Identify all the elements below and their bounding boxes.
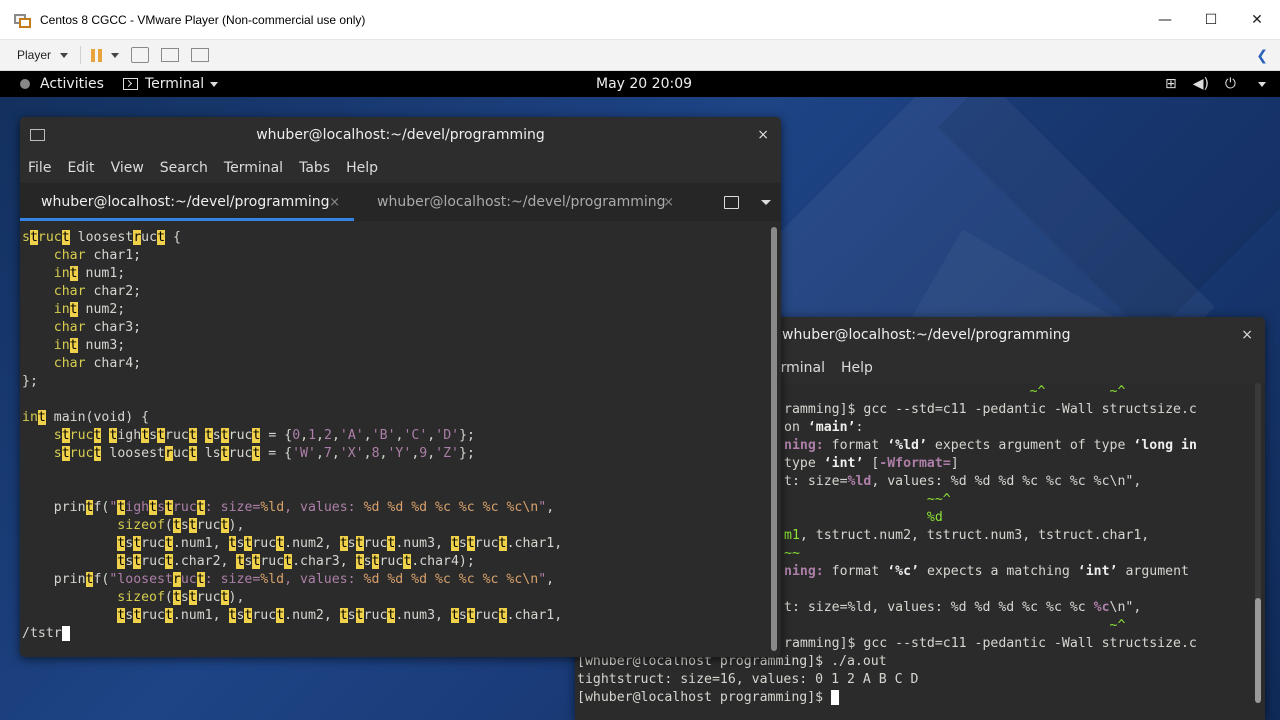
tab-1-close-icon[interactable]: × [329, 195, 340, 210]
front-terminal-menubar: File Edit View Search Terminal Tabs Help [20, 153, 781, 183]
tab-2-label: whuber@localhost:~/devel/programming [377, 194, 666, 210]
cursor [61, 626, 70, 641]
send-ctrl-alt-del-icon[interactable] [131, 47, 150, 63]
volume-icon: ◀) [1192, 76, 1209, 92]
activities-icon [20, 79, 30, 89]
menu-help[interactable]: Help [346, 160, 378, 176]
fit-window-icon[interactable] [161, 48, 180, 62]
app-menu-button[interactable]: Terminal [123, 71, 219, 97]
menu-terminal[interactable]: Terminal [224, 160, 283, 176]
menu-help[interactable]: Help [841, 360, 873, 376]
new-tab-icon[interactable] [724, 195, 739, 209]
back-terminal-title: whuber@localhost:~/devel/programming [782, 327, 1071, 343]
close-window-button[interactable]: ✕ [1234, 0, 1280, 40]
vmware-window-title: Centos 8 CGCC - VMware Player (Non-comme… [40, 12, 366, 27]
front-terminal-buffer: struct loosestruct { char char1; int num… [22, 230, 563, 641]
vmware-logo-icon [14, 12, 32, 28]
power-icon: ⏻ [1224, 76, 1236, 92]
front-terminal-close-button[interactable]: × [757, 127, 769, 143]
tab-2-close-icon[interactable]: × [663, 195, 674, 210]
chevron-down-icon [1258, 81, 1266, 87]
terminal-icon [123, 78, 138, 90]
system-tray[interactable]: ⊞ ◀) ⏻ [1165, 71, 1266, 97]
cursor [831, 690, 840, 705]
back-terminal-scrollbar[interactable] [1255, 383, 1261, 703]
network-icon: ⊞ [1164, 76, 1177, 92]
front-terminal-tabbar: whuber@localhost:~/devel/programming × w… [20, 183, 781, 221]
front-terminal-window[interactable]: whuber@localhost:~/devel/programming × F… [20, 117, 781, 657]
menu-file[interactable]: File [28, 160, 51, 176]
chevron-down-icon [60, 52, 69, 58]
vmware-titlebar: Centos 8 CGCC - VMware Player (Non-comme… [0, 0, 1280, 40]
tab-1[interactable]: whuber@localhost:~/devel/programming × [20, 183, 354, 221]
back-terminal-scroll-thumb[interactable] [1255, 598, 1261, 703]
chevron-down-icon [210, 81, 219, 87]
app-menu-label: Terminal [145, 76, 205, 92]
vmware-toolbar: Player ❮ [0, 40, 1280, 71]
activities-button[interactable]: Activities [0, 71, 104, 97]
pause-dropdown-icon[interactable] [111, 52, 120, 58]
unity-mode-icon[interactable] [191, 48, 210, 62]
back-terminal-output-text: ~^ ramming]$ gcc --std=c11 -pedantic -Wa… [784, 384, 1197, 651]
tab-2[interactable]: whuber@localhost:~/devel/programming × [354, 183, 688, 221]
player-menu-button[interactable]: Player [17, 48, 69, 62]
new-terminal-icon[interactable] [30, 129, 45, 141]
front-terminal-title: whuber@localhost:~/devel/programming [256, 127, 545, 143]
back-terminal-prompt-lines: [whuber@localhost programming]$ ./a.out … [577, 654, 919, 705]
pause-icon[interactable] [91, 48, 103, 62]
player-menu-label: Player [17, 48, 52, 62]
tab-1-label: whuber@localhost:~/devel/programming [41, 194, 330, 210]
menu-tabs[interactable]: Tabs [299, 160, 330, 176]
menu-view[interactable]: View [111, 160, 144, 176]
menu-search[interactable]: Search [160, 160, 208, 176]
back-arrow-icon[interactable]: ❮ [1256, 48, 1268, 64]
minimize-button[interactable]: — [1142, 0, 1188, 40]
maximize-button[interactable]: ☐ [1188, 0, 1234, 40]
clock[interactable]: May 20 20:09 [596, 71, 692, 97]
front-terminal-scroll-thumb[interactable] [771, 227, 777, 651]
gnome-top-bar: Activities Terminal May 20 20:09 ⊞ ◀) ⏻ [0, 71, 1280, 97]
tab-menu-chevron-down-icon[interactable] [761, 199, 771, 205]
back-terminal-close-button[interactable]: × [1241, 327, 1253, 343]
menu-edit[interactable]: Edit [67, 160, 94, 176]
toolbar-divider [80, 46, 82, 64]
search-prompt[interactable]: /tstr [22, 626, 62, 641]
front-terminal-scrollbar[interactable] [771, 227, 777, 651]
activities-label: Activities [40, 76, 104, 92]
